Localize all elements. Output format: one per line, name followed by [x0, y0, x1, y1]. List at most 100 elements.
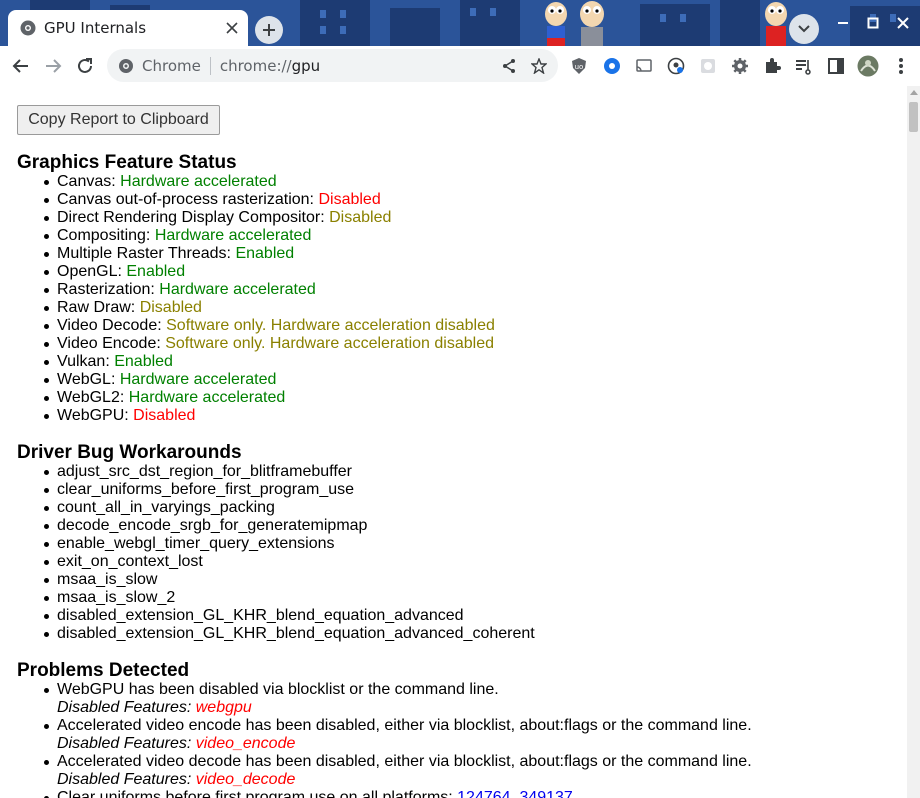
feature-status-item: Raw Draw: Disabled [40, 299, 495, 317]
reload-icon [78, 58, 92, 73]
url-text[interactable]: chrome://gpu [220, 57, 498, 75]
feature-name: Compositing: [57, 227, 155, 244]
feature-name: WebGL2: [57, 389, 129, 406]
profile-avatar[interactable] [857, 55, 879, 77]
svg-text:uo: uo [575, 63, 584, 71]
back-icon [12, 59, 28, 73]
workaround-item: adjust_src_dst_region_for_blitframebuffe… [40, 463, 535, 481]
vertical-scrollbar[interactable] [907, 86, 920, 798]
feature-status-item: Rasterization: Hardware accelerated [40, 281, 495, 299]
forward-button[interactable] [39, 52, 67, 80]
feature-status-value: Software only. Hardware acceleration dis… [166, 317, 495, 334]
address-bar[interactable]: Chrome chrome://gpu [107, 49, 558, 82]
reading-list-icon[interactable] [792, 55, 814, 77]
feature-status-item: Canvas out-of-process rasterization: Dis… [40, 191, 495, 209]
close-icon [897, 17, 909, 29]
extension-gray-icon[interactable] [697, 55, 719, 77]
scroll-up-arrow-icon[interactable] [910, 90, 918, 95]
disabled-features-label: Disabled Features: [57, 735, 196, 752]
disabled-features-label: Disabled Features: [57, 771, 196, 788]
disabled-feature-name: video_decode [195, 771, 296, 788]
tab-search-button[interactable] [789, 14, 819, 44]
feature-status-value: Enabled [126, 263, 186, 280]
feature-name: Canvas out-of-process rasterization: [57, 191, 319, 208]
chrome-page-favicon-icon [20, 20, 36, 36]
workarounds-list: adjust_src_dst_region_for_blitframebuffe… [40, 463, 535, 643]
password-icon[interactable] [665, 55, 687, 77]
workaround-item: msaa_is_slow [40, 571, 535, 589]
feature-status-item: Video Encode: Software only. Hardware ac… [40, 335, 495, 353]
feature-name: Multiple Raster Threads: [57, 245, 236, 262]
workarounds-heading: Driver Bug Workarounds [17, 442, 242, 463]
feature-status-item: Multiple Raster Threads: Enabled [40, 245, 495, 263]
cast-icon[interactable] [633, 55, 655, 77]
tab-close-icon[interactable] [222, 18, 242, 38]
settings-gear-icon[interactable] [729, 55, 751, 77]
problem-item: WebGPU has been disabled via blocklist o… [40, 681, 752, 717]
feature-name: WebGPU: [57, 407, 134, 424]
close-window-button[interactable] [892, 12, 914, 34]
feature-name: Direct Rendering Display Compositor: [57, 209, 330, 226]
feature-status-value: Disabled [318, 191, 381, 208]
feature-name: Rasterization: [57, 281, 160, 298]
omnibox-separator [209, 56, 211, 75]
feature-status-value: Enabled [235, 245, 295, 262]
disabled-feature-name: webgpu [195, 699, 252, 716]
disabled-features-line: Disabled Features: webgpu [57, 699, 752, 717]
omnibox-chrome-label: Chrome [142, 56, 201, 75]
side-panel-icon[interactable] [825, 55, 847, 77]
disabled-features-label: Disabled Features: [57, 699, 196, 716]
reload-button[interactable] [71, 52, 99, 80]
feature-name: Video Encode: [57, 335, 166, 352]
feature-status-value: Software only. Hardware acceleration dis… [165, 335, 494, 352]
feature-status-value: Hardware accelerated [128, 389, 286, 406]
workaround-item: count_all_in_varyings_packing [40, 499, 535, 517]
share-icon[interactable] [498, 55, 520, 77]
bug-link[interactable]: 124764 [457, 789, 510, 798]
tab-gpu-internals[interactable]: GPU Internals [8, 10, 248, 46]
maximize-icon [867, 17, 879, 29]
feature-status-value: Enabled [114, 353, 173, 370]
url-host: gpu [291, 56, 321, 75]
feature-status-value: Hardware accelerated [120, 173, 277, 190]
new-tab-button[interactable] [255, 16, 283, 44]
workaround-item: disabled_extension_GL_KHR_blend_equation… [40, 625, 535, 643]
tab-title: GPU Internals [44, 19, 147, 37]
problem-item: Accelerated video encode has been disabl… [40, 717, 752, 753]
bug-link[interactable]: 349137 [519, 789, 572, 798]
forward-icon [46, 59, 62, 73]
url-scheme: chrome:// [219, 56, 292, 75]
bookmark-star-icon[interactable] [528, 55, 550, 77]
workaround-item: msaa_is_slow_2 [40, 589, 535, 607]
feature-status-heading: Graphics Feature Status [17, 152, 237, 173]
feature-status-list: Canvas: Hardware accelerated Canvas out-o… [40, 173, 495, 425]
feature-name: Canvas: [57, 173, 121, 190]
workaround-item: enable_webgl_timer_query_extensions [40, 535, 535, 553]
problem-description: Accelerated video encode has been disabl… [57, 717, 752, 734]
extension-blue-icon[interactable] [601, 55, 623, 77]
feature-name: Vulkan: [57, 353, 115, 370]
workaround-item: exit_on_context_lost [40, 553, 535, 571]
feature-status-item: OpenGL: Enabled [40, 263, 495, 281]
back-button[interactable] [7, 52, 35, 80]
problems-list: WebGPU has been disabled via blocklist o… [40, 681, 752, 798]
menu-kebab-icon[interactable] [890, 55, 912, 77]
maximize-button[interactable] [862, 12, 884, 34]
chevron-down-icon [798, 25, 810, 33]
feature-status-item: Vulkan: Enabled [40, 353, 495, 371]
scrollbar-thumb[interactable] [909, 102, 918, 132]
ublock-icon[interactable]: uo [568, 55, 590, 77]
workaround-item: disabled_extension_GL_KHR_blend_equation… [40, 607, 535, 625]
copy-report-button[interactable]: Copy Report to Clipboard [17, 105, 220, 135]
feature-status-item: Canvas: Hardware accelerated [40, 173, 495, 191]
minimize-button[interactable] [832, 12, 854, 34]
feature-status-item: WebGPU: Disabled [40, 407, 495, 425]
problem-description: Clear uniforms before first program use … [57, 789, 458, 798]
problem-item-partial: Clear uniforms before first program use … [40, 789, 752, 798]
tab-strip: GPU Internals [0, 0, 920, 46]
extensions-puzzle-icon[interactable] [761, 55, 783, 77]
page-content: Copy Report to Clipboard Graphics Featur… [0, 86, 907, 798]
feature-status-value: Disabled [133, 407, 196, 424]
workaround-item: decode_encode_srgb_for_generatemipmap [40, 517, 535, 535]
feature-name: WebGL: [57, 371, 120, 388]
